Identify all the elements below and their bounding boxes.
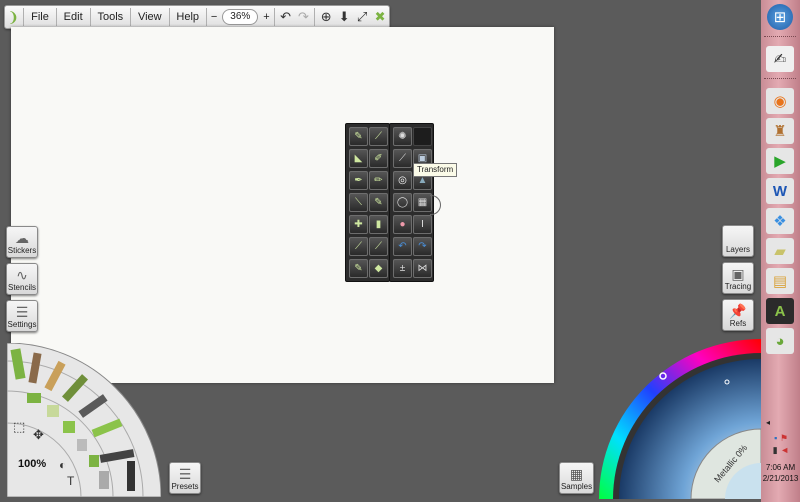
- divider: [23, 8, 25, 26]
- airbrush-icon[interactable]: ✐: [369, 149, 388, 168]
- layers-button[interactable]: Layers: [722, 225, 754, 257]
- tracing-icon: ▣: [731, 266, 745, 282]
- taskbar-clock[interactable]: 7:06 AM 2/21/2013: [761, 462, 800, 484]
- felt-pen-icon[interactable]: ⟋: [369, 237, 388, 256]
- network-icon[interactable]: ▪: [774, 433, 777, 443]
- menu-bar: ❩ File Edit Tools View Help − 36% + ↶ ↷ …: [4, 5, 390, 29]
- tray-icons: ▪ ⚑ ▮ ◄: [764, 432, 798, 456]
- samples-grid-icon: ▦: [569, 466, 584, 482]
- presets-icon: ☰: [178, 466, 192, 482]
- redo-tool-icon[interactable]: ↷: [413, 237, 432, 256]
- palette-knife-icon[interactable]: ⟋: [369, 127, 388, 146]
- zoom-value-field[interactable]: 36%: [222, 9, 259, 25]
- volume-icon[interactable]: ◄: [780, 445, 789, 455]
- clock-date: 2/21/2013: [762, 474, 799, 483]
- download-icon[interactable]: ⬇: [335, 7, 353, 27]
- painting-canvas[interactable]: [11, 27, 554, 383]
- menu-file[interactable]: File: [26, 7, 54, 27]
- dropbox-icon[interactable]: ❖: [766, 208, 794, 234]
- paint-tube-icon[interactable]: ⟋: [349, 237, 368, 256]
- samples-button[interactable]: ▦ Samples: [559, 462, 594, 494]
- refs-button[interactable]: 📌 Refs: [722, 299, 754, 331]
- color-sampler-icon[interactable]: ◎: [393, 171, 412, 190]
- sticky-notes-icon[interactable]: ▰: [766, 238, 794, 264]
- divider: [130, 8, 131, 26]
- stencils-icon: ∿: [16, 267, 28, 283]
- paint-roller-icon[interactable]: ▮: [369, 215, 388, 234]
- brush-size-label: 100%: [18, 458, 47, 470]
- glitter-tube-icon[interactable]: ✚: [349, 215, 368, 234]
- presets-button[interactable]: ☰ Presets: [169, 462, 201, 494]
- text-tool-icon[interactable]: T: [67, 474, 75, 488]
- stencils-button[interactable]: ∿ Stencils: [6, 263, 38, 295]
- gloop-pen-icon[interactable]: ✎: [349, 259, 368, 278]
- paint-tools-palette: ✎ ⟋ ◣ ✐ ✒ ✏ ⟍ ✎ ✚ ▮ ⟋ ⟋ ✎ ◆: [345, 123, 390, 282]
- redo-icon[interactable]: ↷: [294, 7, 312, 27]
- word-icon[interactable]: W: [766, 178, 794, 204]
- close-panels-icon[interactable]: ✖: [371, 7, 389, 27]
- rotate-canvas-icon[interactable]: ⊕: [317, 7, 335, 27]
- windows-start-icon[interactable]: ⊞: [767, 4, 793, 30]
- pencil-icon[interactable]: ✏: [369, 171, 388, 190]
- flag-icon[interactable]: ⚑: [780, 433, 788, 443]
- grid-icon[interactable]: ⋈: [413, 259, 432, 278]
- media-player-icon[interactable]: ▶: [766, 148, 794, 174]
- settings-button[interactable]: ☰ Settings: [6, 300, 38, 332]
- chalk-icon[interactable]: ⟍: [349, 193, 368, 212]
- eyedropper-icon[interactable]: ◐: [59, 458, 66, 472]
- tray-arrow-icon[interactable]: ◂: [766, 418, 770, 427]
- divider: [89, 8, 91, 26]
- divider: [273, 8, 275, 26]
- divider: [55, 8, 57, 26]
- undo-icon[interactable]: ↶: [277, 7, 295, 27]
- line-tool-icon[interactable]: ⟋: [393, 149, 412, 168]
- refs-pin-icon: 📌: [729, 303, 747, 319]
- text-tool-icon[interactable]: Ⅰ: [413, 215, 432, 234]
- tablet-input-icon[interactable]: ✍: [766, 46, 794, 72]
- menu-tools[interactable]: Tools: [92, 7, 128, 27]
- symmetry-icon[interactable]: ±: [393, 259, 412, 278]
- color-picker[interactable]: Metallic 0%: [599, 339, 761, 499]
- zoom-in-button[interactable]: +: [261, 11, 271, 23]
- clock-time: 7:06 AM: [765, 463, 796, 472]
- firefox-icon[interactable]: ◉: [766, 88, 794, 114]
- zoom-out-button[interactable]: −: [209, 11, 219, 23]
- artrage-logo-icon[interactable]: ❩: [5, 7, 21, 27]
- sliders-icon: ☰: [15, 304, 29, 320]
- tracing-button[interactable]: ▣ Tracing: [722, 262, 754, 294]
- move-icon[interactable]: ✥: [33, 427, 44, 442]
- paint-app-icon[interactable]: ◕: [766, 328, 794, 354]
- file-explorer-icon[interactable]: ▤: [766, 268, 794, 294]
- lasso-select-icon[interactable]: ◯: [393, 193, 412, 212]
- stickers-icon: ☁: [15, 230, 29, 246]
- artrage-app-icon[interactable]: A: [766, 298, 794, 324]
- ink-pen-icon[interactable]: ✒: [349, 171, 368, 190]
- menu-edit[interactable]: Edit: [59, 7, 88, 27]
- eraser-icon[interactable]: ◆: [369, 259, 388, 278]
- transform-tooltip: Transform: [413, 163, 458, 177]
- empty-slot: [413, 127, 432, 146]
- undo-tool-icon[interactable]: ↶: [393, 237, 412, 256]
- divider: [206, 8, 207, 26]
- watercolor-icon[interactable]: ◣: [349, 149, 368, 168]
- tool-wheel[interactable]: ⬚ ✥ ◐ T: [7, 343, 161, 497]
- menu-view[interactable]: View: [133, 7, 167, 27]
- oil-brush-icon[interactable]: ✎: [349, 127, 368, 146]
- zoom-control: − 36% +: [209, 9, 272, 25]
- taskbar-divider: [764, 36, 796, 37]
- taskbar-divider: [764, 78, 796, 79]
- easel-app-icon[interactable]: ♜: [766, 118, 794, 144]
- stickers-button[interactable]: ☁ Stickers: [6, 226, 38, 258]
- fullscreen-icon[interactable]: ⤢: [353, 7, 371, 27]
- color-picker-icon[interactable]: ●: [393, 215, 412, 234]
- select-icon[interactable]: ⬚: [13, 419, 25, 434]
- crayon-icon[interactable]: ✎: [369, 193, 388, 212]
- menu-help[interactable]: Help: [171, 7, 204, 27]
- divider: [168, 8, 170, 26]
- utility-tools-palette: ✺ ⟋ ▣ ◎ ▲ ◯ ▦ ● Ⅰ ↶ ↷ ± ⋈: [389, 123, 434, 282]
- battery-icon[interactable]: ▮: [773, 445, 778, 455]
- divider: [314, 8, 316, 26]
- sticker-spray-icon[interactable]: ✺: [393, 127, 412, 146]
